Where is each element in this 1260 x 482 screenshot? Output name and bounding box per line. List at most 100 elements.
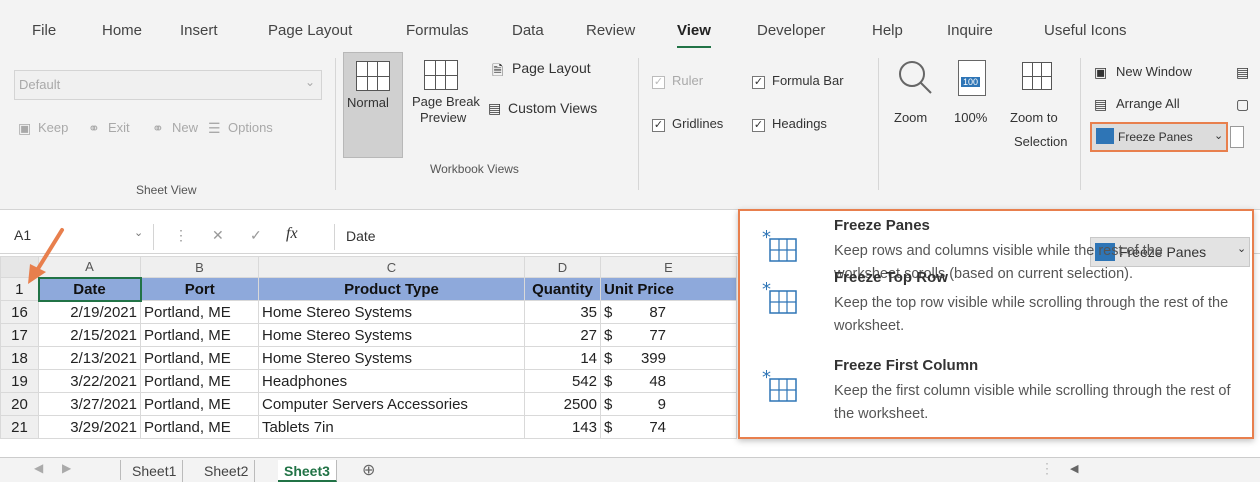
- cell-quantity[interactable]: 14: [524, 346, 601, 370]
- price-value: 77: [649, 326, 666, 344]
- cell-product[interactable]: Headphones: [258, 369, 525, 393]
- sheet-view-select[interactable]: Default ⌄: [14, 70, 322, 100]
- column-header-c[interactable]: C: [258, 256, 525, 278]
- cell-port[interactable]: Portland, ME: [140, 346, 259, 370]
- header-cell-quantity[interactable]: Quantity: [524, 277, 601, 301]
- column-header-b[interactable]: B: [140, 256, 259, 278]
- sheet-tab-1[interactable]: Sheet1: [126, 460, 184, 482]
- cell-unit-price[interactable]: $9: [600, 392, 737, 416]
- scroll-left-icon[interactable]: ◀: [1070, 462, 1078, 475]
- freeze-option-title: Freeze Panes: [834, 217, 930, 234]
- formula-bar-checkbox[interactable]: ✓: [752, 76, 765, 89]
- cell-product[interactable]: Home Stereo Systems: [258, 300, 525, 324]
- cell-date[interactable]: 3/29/2021: [38, 415, 141, 439]
- cell-quantity[interactable]: 2500: [524, 392, 601, 416]
- menu-file[interactable]: File: [32, 22, 56, 39]
- cell-date[interactable]: 3/22/2021: [38, 369, 141, 393]
- menu-review[interactable]: Review: [586, 22, 635, 39]
- menu-useful-icons[interactable]: Useful Icons: [1044, 22, 1127, 39]
- freeze-menu-item-2[interactable]: * Freeze Top Row Keep the top row visible …: [740, 265, 1252, 349]
- header-cell-product[interactable]: Product Type: [258, 277, 525, 301]
- menu-insert[interactable]: Insert: [180, 22, 218, 39]
- gridlines-checkbox[interactable]: ✓: [652, 119, 665, 132]
- column-header-d[interactable]: D: [524, 256, 601, 278]
- cell-port[interactable]: Portland, ME: [140, 323, 259, 347]
- cell-port[interactable]: Portland, ME: [140, 300, 259, 324]
- cell-product[interactable]: Home Stereo Systems: [258, 346, 525, 370]
- table-row: 18 2/13/2021 Portland, ME Home Stereo Syste…: [0, 346, 737, 370]
- zoom-button[interactable]: Zoom: [888, 52, 942, 156]
- add-sheet-icon[interactable]: ⊕: [362, 460, 375, 480]
- menu-developer[interactable]: Developer: [757, 22, 825, 39]
- cell-unit-price[interactable]: $87: [600, 300, 737, 324]
- header-cell-port[interactable]: Port: [140, 277, 259, 301]
- row-header[interactable]: 17: [0, 323, 39, 347]
- menu-view[interactable]: View: [677, 22, 711, 49]
- new-view-button[interactable]: New: [172, 120, 198, 135]
- sheet-tab-2[interactable]: Sheet2: [198, 460, 256, 482]
- cell-product[interactable]: Computer Servers Accessories: [258, 392, 525, 416]
- enter-icon[interactable]: ✓: [250, 227, 262, 244]
- cell-quantity[interactable]: 143: [524, 415, 601, 439]
- prev-sheet-icon[interactable]: ◀: [34, 461, 43, 475]
- options-button[interactable]: Options: [228, 120, 273, 135]
- custom-views-button[interactable]: Custom Views: [508, 100, 597, 116]
- sheet-tab-3[interactable]: Sheet3: [278, 460, 337, 482]
- cell-unit-price[interactable]: $77: [600, 323, 737, 347]
- freeze-option-description: Keep the first column visible while scro…: [834, 383, 1231, 422]
- price-value: 9: [657, 395, 666, 413]
- new-window-button[interactable]: New Window: [1116, 64, 1192, 79]
- formula-content[interactable]: Date: [346, 228, 376, 244]
- cancel-icon[interactable]: ✕: [212, 227, 224, 244]
- headings-checkbox[interactable]: ✓: [752, 119, 765, 132]
- freeze-option-description: Keep the top row visible while scrolling…: [834, 295, 1229, 334]
- menu-bar: File Home Insert Page Layout Formulas Da…: [0, 0, 1260, 49]
- zoom-100-button[interactable]: 100 100%: [946, 52, 998, 156]
- cell-product[interactable]: Tablets 7in: [258, 415, 525, 439]
- cell-date[interactable]: 3/27/2021: [38, 392, 141, 416]
- row-header[interactable]: 19: [0, 369, 39, 393]
- next-sheet-icon[interactable]: ▶: [62, 461, 71, 475]
- insert-function-icon[interactable]: fx: [286, 225, 298, 243]
- keep-button[interactable]: Keep: [38, 120, 68, 135]
- sync-scroll-button[interactable]: [1230, 126, 1244, 148]
- page-break-preview-button[interactable]: Page Break Preview: [408, 52, 480, 158]
- cell-date[interactable]: 2/13/2021: [38, 346, 141, 370]
- row-header[interactable]: 21: [0, 415, 39, 439]
- row-header[interactable]: 20: [0, 392, 39, 416]
- custom-views-icon: ▤: [488, 100, 502, 116]
- ruler-checkbox[interactable]: ✓: [652, 76, 665, 89]
- cell-port[interactable]: Portland, ME: [140, 415, 259, 439]
- page-layout-button[interactable]: Page Layout: [512, 60, 591, 76]
- row-header[interactable]: 18: [0, 346, 39, 370]
- table-row: 17 2/15/2021 Portland, ME Home Stereo Syste…: [0, 323, 737, 347]
- cell-product[interactable]: Home Stereo Systems: [258, 323, 525, 347]
- pointer-arrow-icon: [28, 228, 64, 284]
- cell-port[interactable]: Portland, ME: [140, 369, 259, 393]
- header-cell-unit-price[interactable]: Unit Price: [600, 277, 737, 301]
- arrange-all-button[interactable]: Arrange All: [1116, 96, 1180, 111]
- cell-unit-price[interactable]: $48: [600, 369, 737, 393]
- cell-date[interactable]: 2/15/2021: [38, 323, 141, 347]
- menu-help[interactable]: Help: [872, 22, 903, 39]
- menu-data[interactable]: Data: [512, 22, 544, 39]
- freeze-menu-item-3[interactable]: * Freeze First Column Keep the first colum…: [740, 353, 1252, 437]
- cell-quantity[interactable]: 542: [524, 369, 601, 393]
- row-header[interactable]: 16: [0, 300, 39, 324]
- zoom-to-selection-button[interactable]: Zoom to Selection: [1000, 52, 1074, 156]
- cell-date[interactable]: 2/19/2021: [38, 300, 141, 324]
- normal-view-icon: [356, 61, 390, 91]
- normal-view-button[interactable]: Normal: [343, 52, 403, 158]
- menu-page-layout[interactable]: Page Layout: [268, 22, 352, 39]
- freeze-panes-button[interactable]: Freeze Panes ⌄: [1090, 122, 1228, 152]
- cell-unit-price[interactable]: $74: [600, 415, 737, 439]
- menu-home[interactable]: Home: [102, 22, 142, 39]
- menu-inquire[interactable]: Inquire: [947, 22, 993, 39]
- cell-unit-price[interactable]: $399: [600, 346, 737, 370]
- column-header-e[interactable]: E: [600, 256, 737, 278]
- menu-formulas[interactable]: Formulas: [406, 22, 469, 39]
- cell-port[interactable]: Portland, ME: [140, 392, 259, 416]
- exit-button[interactable]: Exit: [108, 120, 130, 135]
- cell-quantity[interactable]: 35: [524, 300, 601, 324]
- cell-quantity[interactable]: 27: [524, 323, 601, 347]
